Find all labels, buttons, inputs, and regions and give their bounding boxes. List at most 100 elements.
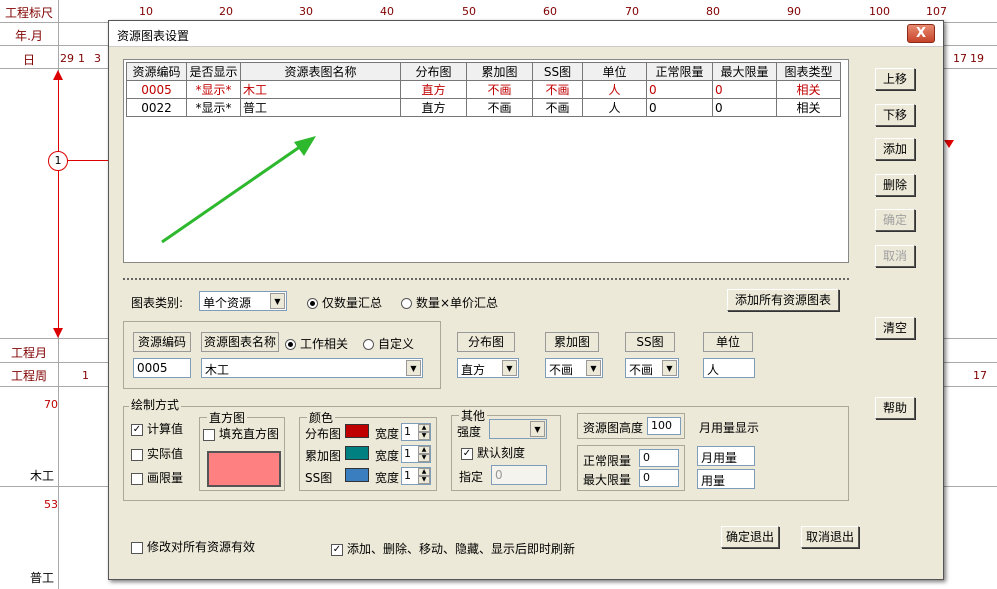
clear-button[interactable]: 清空 <box>875 317 915 339</box>
cell[interactable]: 直方 <box>400 80 467 99</box>
cum-select[interactable]: 不画 ▼ <box>545 358 603 378</box>
ok-exit-button[interactable]: 确定退出 <box>721 526 779 548</box>
cell[interactable]: 0022 <box>126 98 187 117</box>
ss-width-stepper[interactable]: 1 ▲ ▼ <box>401 467 431 485</box>
help-button[interactable]: 帮助 <box>875 397 915 419</box>
cell[interactable]: 0 <box>712 80 777 99</box>
cell[interactable]: 0 <box>646 98 713 117</box>
cell[interactable]: 不画 <box>466 98 533 117</box>
dist-color-swatch[interactable] <box>345 424 369 438</box>
checkbox-icon[interactable]: ✓ <box>331 543 343 556</box>
unit-field[interactable]: 人 <box>703 358 755 378</box>
cell[interactable]: 不画 <box>532 98 583 117</box>
spin-up-icon[interactable]: ▲ <box>418 468 430 476</box>
dist-width-stepper[interactable]: 1 ▲ ▼ <box>401 423 431 441</box>
cancel-exit-button[interactable]: 取消退出 <box>801 526 859 548</box>
checkbox-modify-all[interactable]: 修改对所有资源有效 <box>131 538 255 555</box>
code-field[interactable]: 0005 <box>133 358 191 378</box>
usage-field[interactable]: 用量 <box>697 469 755 489</box>
col-header[interactable]: 最大限量 <box>712 62 777 81</box>
cum-width-stepper[interactable]: 1 ▲ ▼ <box>401 445 431 463</box>
spin-down-icon[interactable]: ▼ <box>418 454 430 462</box>
delete-button[interactable]: 删除 <box>875 174 915 196</box>
confirm-button[interactable]: 确定 <box>875 209 915 231</box>
move-up-button[interactable]: 上移 <box>875 68 915 90</box>
chart-category-select[interactable]: 单个资源 ▼ <box>199 291 287 311</box>
cell[interactable]: 不画 <box>532 80 583 99</box>
cell[interactable]: 人 <box>582 98 647 117</box>
col-header[interactable]: SS图 <box>532 62 583 81</box>
checkbox-icon[interactable] <box>131 448 143 461</box>
radio-icon[interactable] <box>307 298 318 309</box>
add-all-charts-button[interactable]: 添加所有资源图表 <box>727 289 839 311</box>
cell[interactable]: 0 <box>646 80 713 99</box>
node-marker[interactable]: 1 <box>48 151 68 171</box>
col-header[interactable]: 资源编码 <box>126 62 187 81</box>
cell[interactable]: 相关 <box>776 98 841 117</box>
checkbox-icon[interactable] <box>203 428 215 441</box>
cell[interactable]: 相关 <box>776 80 841 99</box>
checkbox-icon[interactable] <box>131 472 143 485</box>
cell[interactable]: *显示* <box>186 98 241 117</box>
checkbox-icon[interactable]: ✓ <box>461 447 473 460</box>
checkbox-limit[interactable]: 画限量 <box>131 469 183 486</box>
spin-up-icon[interactable]: ▲ <box>418 446 430 454</box>
cell[interactable]: 直方 <box>400 98 467 117</box>
col-header[interactable]: 单位 <box>582 62 647 81</box>
ss-select[interactable]: 不画 ▼ <box>625 358 679 378</box>
cell[interactable]: 木工 <box>240 80 401 99</box>
checkbox-icon[interactable] <box>131 541 143 554</box>
max-limit-field[interactable]: 0 <box>639 469 679 487</box>
radio-icon[interactable] <box>285 339 296 350</box>
move-down-button[interactable]: 下移 <box>875 104 915 126</box>
name-select[interactable]: 木工 ▼ <box>201 358 423 378</box>
height-field[interactable]: 100 <box>647 417 681 435</box>
radio-work-related[interactable]: 工作相关 <box>285 335 348 352</box>
col-header[interactable]: 图表类型 <box>776 62 841 81</box>
checkbox-calc[interactable]: ✓ 计算值 <box>131 420 183 437</box>
spin-down-icon[interactable]: ▼ <box>418 432 430 440</box>
checkbox-default-scale[interactable]: ✓ 默认刻度 <box>461 444 525 461</box>
cell[interactable]: 0 <box>712 98 777 117</box>
specify-field[interactable]: 0 <box>491 465 547 485</box>
cell[interactable]: 普工 <box>240 98 401 117</box>
checkbox-actual[interactable]: 实际值 <box>131 445 183 462</box>
spin-up-icon[interactable]: ▲ <box>418 424 430 432</box>
col-header[interactable]: 正常限量 <box>646 62 713 81</box>
col-header[interactable]: 累加图 <box>466 62 533 81</box>
table-row[interactable]: 0005 *显示* 木工 直方 不画 不画 人 0 0 相关 <box>126 80 841 99</box>
checkbox-icon[interactable]: ✓ <box>131 423 143 436</box>
col-header[interactable]: 资源表图名称 <box>240 62 401 81</box>
cancel-button[interactable]: 取消 <box>875 245 915 267</box>
cell[interactable]: *显示* <box>186 80 241 99</box>
chevron-down-icon[interactable]: ▼ <box>530 421 545 437</box>
cell[interactable]: 0005 <box>126 80 187 99</box>
chevron-down-icon[interactable]: ▼ <box>270 293 285 309</box>
month-usage-field[interactable]: 月用量 <box>697 446 755 466</box>
ss-color-swatch[interactable] <box>345 468 369 482</box>
radio-icon[interactable] <box>401 298 412 309</box>
dialog-titlebar[interactable]: 资源图表设置 X <box>109 21 943 47</box>
chevron-down-icon[interactable]: ▼ <box>586 360 601 376</box>
col-header[interactable]: 分布图 <box>400 62 467 81</box>
table-row[interactable]: 0022 *显示* 普工 直方 不画 不画 人 0 0 相关 <box>126 98 841 117</box>
checkbox-refresh[interactable]: ✓ 添加、删除、移动、隐藏、显示后即时刷新 <box>331 540 575 557</box>
radio-custom[interactable]: 自定义 <box>363 335 414 352</box>
chevron-down-icon[interactable]: ▼ <box>406 360 421 376</box>
cell[interactable]: 不画 <box>466 80 533 99</box>
normal-limit-field[interactable]: 0 <box>639 449 679 467</box>
radio-qty-price-sum[interactable]: 数量×单价汇总 <box>401 294 498 311</box>
chevron-down-icon[interactable]: ▼ <box>502 360 517 376</box>
strength-select[interactable]: ▼ <box>489 419 547 439</box>
radio-icon[interactable] <box>363 339 374 350</box>
cum-color-swatch[interactable] <box>345 446 369 460</box>
dist-select[interactable]: 直方 ▼ <box>457 358 519 378</box>
checkbox-fill-hist[interactable]: 填充直方图 <box>203 425 279 442</box>
add-button[interactable]: 添加 <box>875 138 915 160</box>
spin-down-icon[interactable]: ▼ <box>418 476 430 484</box>
chevron-down-icon[interactable]: ▼ <box>662 360 677 376</box>
cell[interactable]: 人 <box>582 80 647 99</box>
radio-qty-sum[interactable]: 仅数量汇总 <box>307 294 382 311</box>
histogram-color-swatch[interactable] <box>207 451 281 487</box>
close-button[interactable]: X <box>907 24 935 43</box>
